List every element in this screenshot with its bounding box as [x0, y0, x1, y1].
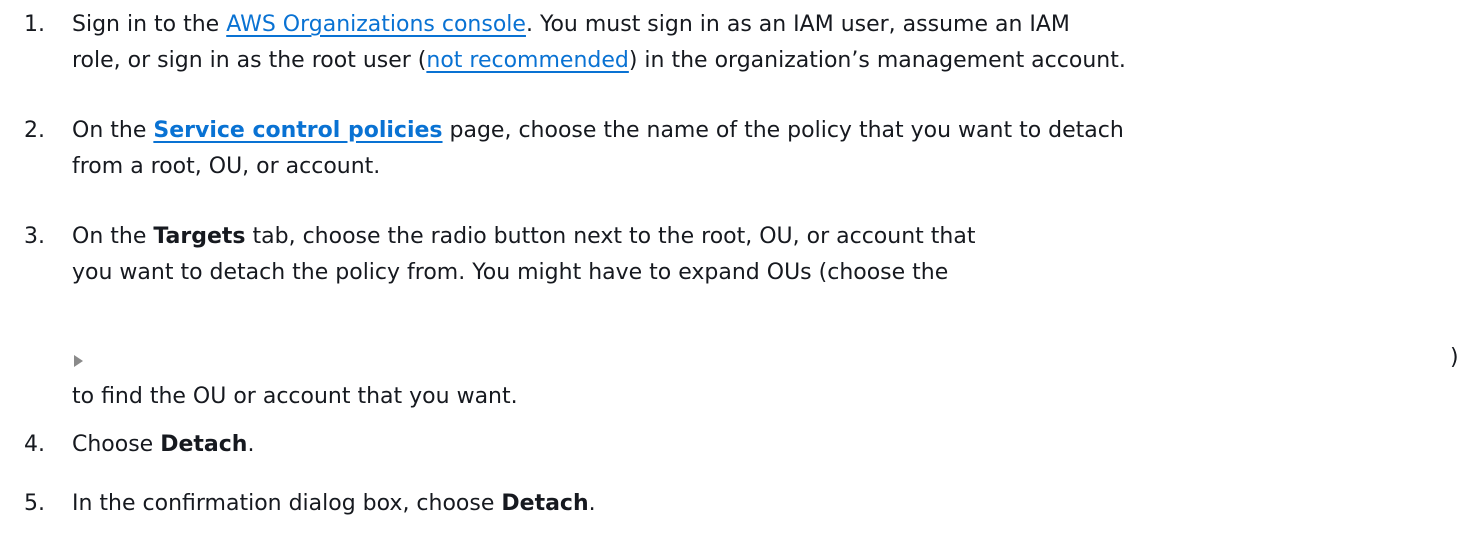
service-control-policies-link[interactable]: Service control policies: [153, 118, 442, 143]
aws-organizations-console-link[interactable]: AWS Organizations console: [226, 12, 526, 37]
step-text: Sign in to the AWS Organizations console…: [72, 7, 1126, 79]
step-text-line: from a root, OU, or account.: [72, 154, 381, 179]
step-text: In the confirmation dialog box, choose D…: [72, 486, 596, 522]
step-number: 4.: [24, 432, 45, 457]
closing-parenthesis: ): [1450, 345, 1459, 370]
step-text: On the Service control policies page, ch…: [72, 113, 1124, 185]
step-number: 3.: [24, 224, 45, 249]
step-number: 5.: [24, 491, 45, 516]
step-text-segment: ) in the organization’s management accou…: [628, 48, 1126, 73]
step-text-segment: In the confirmation dialog box, choose: [72, 491, 502, 516]
step-text-segment: Choose: [72, 432, 161, 457]
not-recommended-link[interactable]: not recommended: [426, 48, 628, 73]
step-number: 1.: [24, 12, 45, 37]
step-text-segment: role, or sign in as the root user (: [72, 48, 427, 73]
step-number: 2.: [24, 118, 45, 143]
targets-tab-label: Targets: [153, 224, 246, 249]
step-text-line: to find the OU or account that you want.: [72, 384, 518, 409]
step-text: On the Targets tab, choose the radio but…: [72, 219, 975, 291]
step-text-segment: On the: [72, 118, 154, 143]
step-text-segment: Sign in to the: [72, 12, 227, 37]
detach-label: Detach: [160, 432, 248, 457]
step-text-line: you want to detach the policy from. You …: [72, 260, 949, 285]
expand-caret-icon: [74, 355, 83, 367]
detach-label: Detach: [501, 491, 589, 516]
step-text: Choose Detach.: [72, 427, 254, 463]
step-text-segment: .: [247, 432, 255, 457]
step-text-segment: page, choose the name of the policy that…: [442, 118, 1124, 143]
step-text-segment: .: [588, 491, 596, 516]
step-text-segment: . You must sign in as an IAM user, assum…: [525, 12, 1070, 37]
step-text-segment: On the: [72, 224, 154, 249]
step-text-segment: tab, choose the radio button next to the…: [245, 224, 976, 249]
